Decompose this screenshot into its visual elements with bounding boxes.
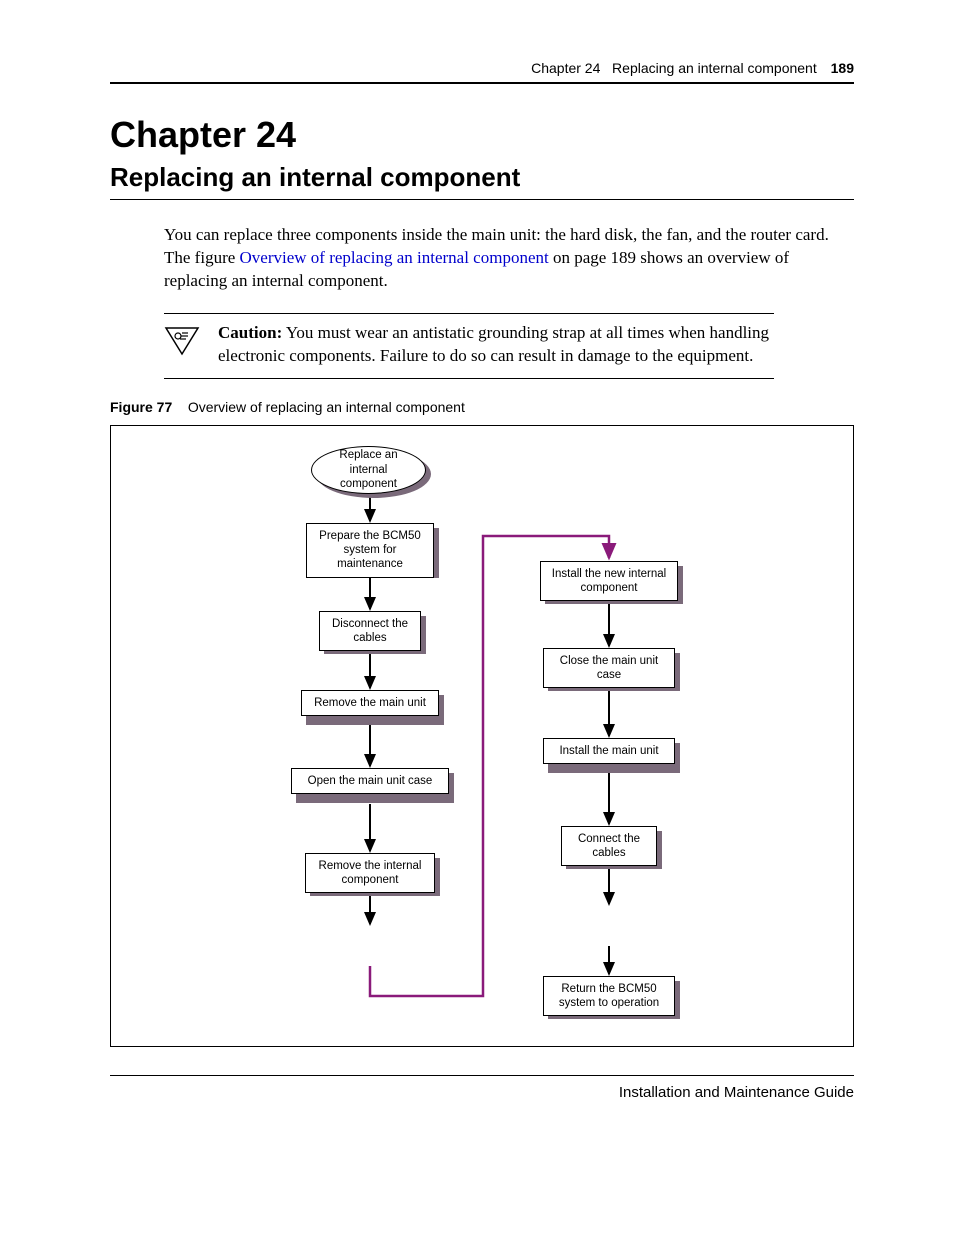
caution-block: Caution: You must wear an antistatic gro… — [164, 313, 774, 379]
caution-body: You must wear an antistatic grounding st… — [218, 323, 769, 365]
header-title: Replacing an internal component — [612, 60, 817, 76]
page-number: 189 — [831, 60, 854, 76]
flow-lines — [111, 426, 853, 1046]
running-header: Chapter 24 Replacing an internal compone… — [110, 60, 854, 76]
header-rule — [110, 82, 854, 84]
node-text: Disconnect the cables — [332, 618, 408, 644]
node-text: Remove the internal component — [319, 860, 422, 886]
flow-node: Close the main unit case — [543, 648, 675, 689]
xref-link[interactable]: Overview of replacing an internal compon… — [240, 248, 549, 267]
flow-node: Install the new internal component — [540, 561, 678, 602]
node-text: Close the main unit case — [560, 655, 658, 681]
flow-node: Connect the cables — [561, 826, 657, 867]
caution-icon — [164, 322, 204, 361]
chapter-title: Replacing an internal component — [110, 162, 854, 193]
flow-node: Remove the internal component — [305, 853, 435, 894]
caution-text: Caution: You must wear an antistatic gro… — [204, 322, 774, 368]
header-chapter: Chapter 24 — [531, 60, 600, 76]
figure-caption: Figure 77 Overview of replacing an inter… — [110, 399, 854, 415]
caution-label: Caution: — [218, 323, 282, 342]
flow-node: Return the BCM50 system to operation — [543, 976, 675, 1017]
flow-node: Disconnect the cables — [319, 611, 421, 652]
flow-node-start: Replace an internal component — [311, 446, 426, 494]
node-text: Prepare the BCM50 system for maintenance — [319, 530, 421, 571]
figure-box: Replace an internal component Prepare th… — [110, 425, 854, 1047]
chapter-number: Chapter 24 — [110, 114, 854, 156]
footer-rule — [110, 1075, 854, 1076]
figure-title: Overview of replacing an internal compon… — [188, 399, 465, 415]
node-text: Replace an internal component — [320, 448, 417, 491]
node-text: Connect the cables — [578, 833, 640, 859]
flow-node: Prepare the BCM50 system for maintenance — [306, 523, 434, 578]
node-text: Install the main unit — [559, 745, 658, 757]
title-rule — [110, 199, 854, 200]
node-text: Return the BCM50 system to operation — [559, 983, 659, 1009]
intro-paragraph: You can replace three components inside … — [164, 224, 854, 293]
footer-text: Installation and Maintenance Guide — [110, 1084, 854, 1101]
caution-bottom-rule — [164, 378, 774, 379]
node-text: Open the main unit case — [308, 775, 433, 787]
node-text: Install the new internal component — [552, 568, 666, 594]
figure-label: Figure 77 — [110, 399, 172, 415]
node-text: Remove the main unit — [314, 697, 426, 709]
flow-node: Install the main unit — [543, 738, 675, 764]
flow-node: Remove the main unit — [301, 690, 439, 716]
flow-node: Open the main unit case — [291, 768, 449, 794]
page: Chapter 24 Replacing an internal compone… — [0, 0, 954, 1235]
